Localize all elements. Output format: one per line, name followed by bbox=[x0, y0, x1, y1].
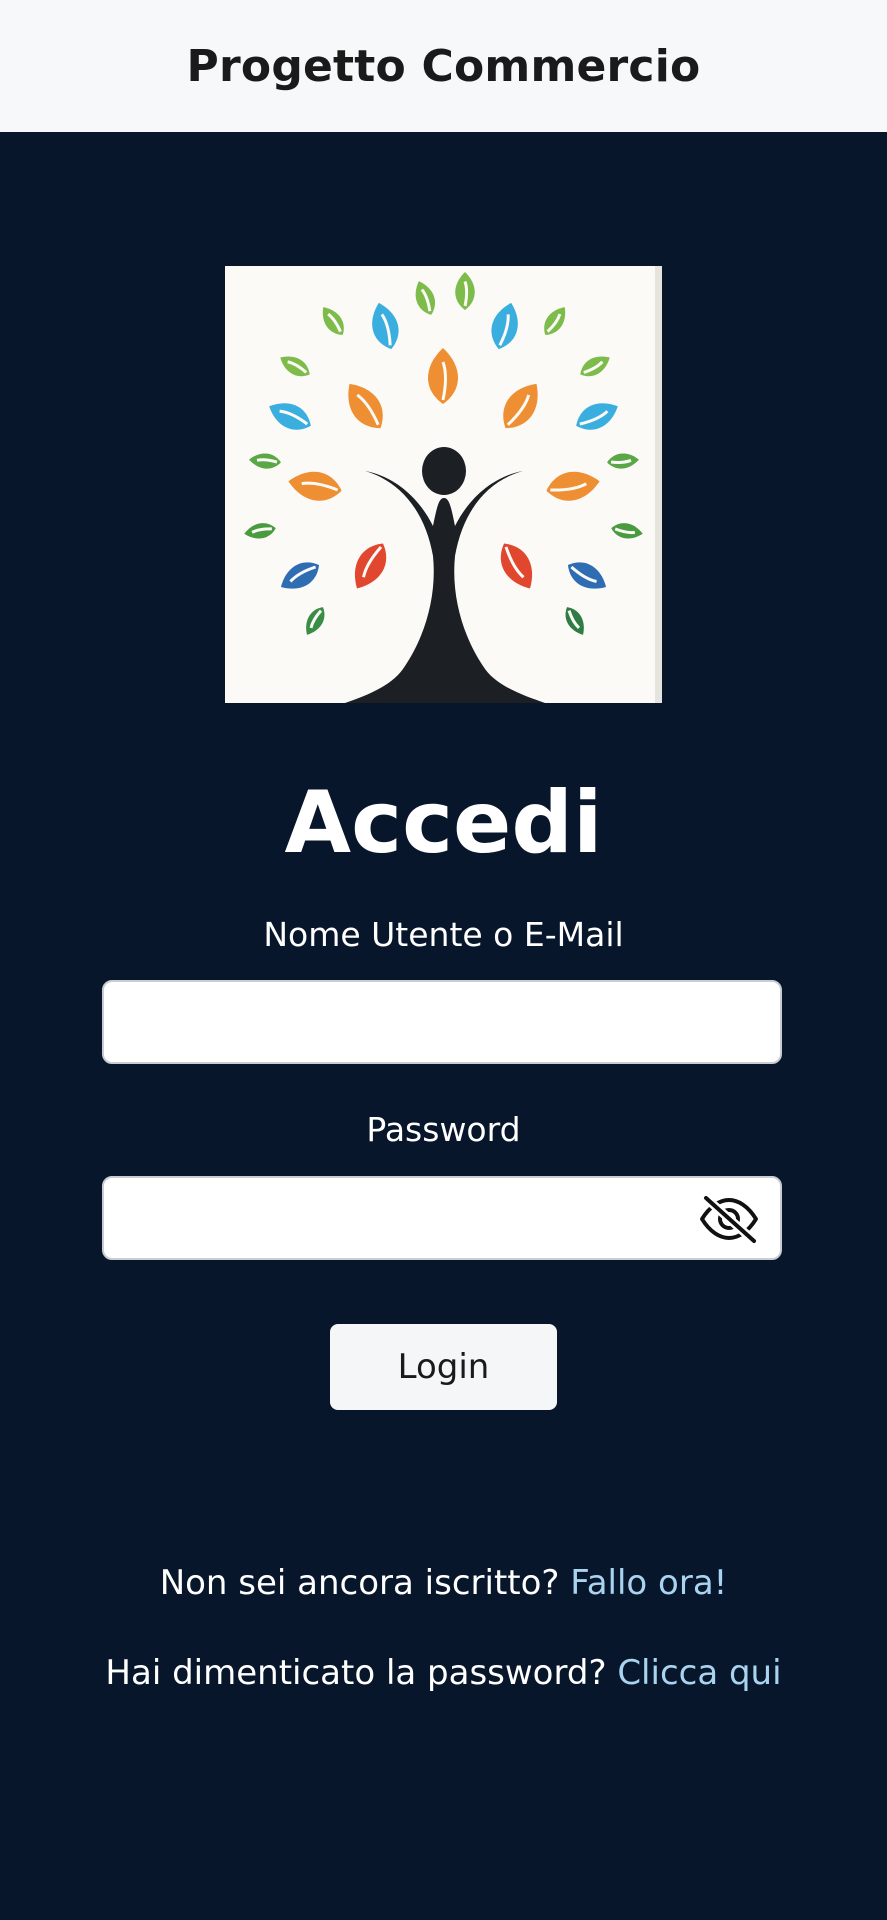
tree-logo bbox=[225, 266, 662, 703]
username-label: Nome Utente o E-Mail bbox=[263, 915, 624, 954]
password-label: Password bbox=[366, 1110, 521, 1149]
page-title: Accedi bbox=[284, 773, 603, 873]
forgot-password-text: Hai dimenticato la password? bbox=[105, 1653, 607, 1693]
password-input[interactable] bbox=[104, 1178, 780, 1258]
forgot-password-link[interactable]: Clicca qui bbox=[617, 1653, 781, 1693]
app-title: Progetto Commercio bbox=[186, 40, 701, 92]
login-page: Accedi Nome Utente o E-Mail Password Log… bbox=[0, 132, 887, 1920]
username-input[interactable] bbox=[104, 982, 780, 1062]
top-bar: Progetto Commercio bbox=[0, 0, 887, 132]
forgot-password-prompt: Hai dimenticato la password? Clicca qui bbox=[0, 1656, 887, 1690]
signup-prompt: Non sei ancora iscritto? Fallo ora! bbox=[0, 1566, 887, 1600]
tree-logo-icon bbox=[225, 266, 662, 703]
eye-slash-icon[interactable] bbox=[698, 1193, 760, 1246]
username-field[interactable] bbox=[102, 980, 782, 1064]
password-field[interactable] bbox=[102, 1176, 782, 1260]
signup-link[interactable]: Fallo ora! bbox=[570, 1563, 727, 1603]
login-button[interactable]: Login bbox=[330, 1324, 557, 1410]
signup-prompt-text: Non sei ancora iscritto? bbox=[159, 1563, 560, 1603]
